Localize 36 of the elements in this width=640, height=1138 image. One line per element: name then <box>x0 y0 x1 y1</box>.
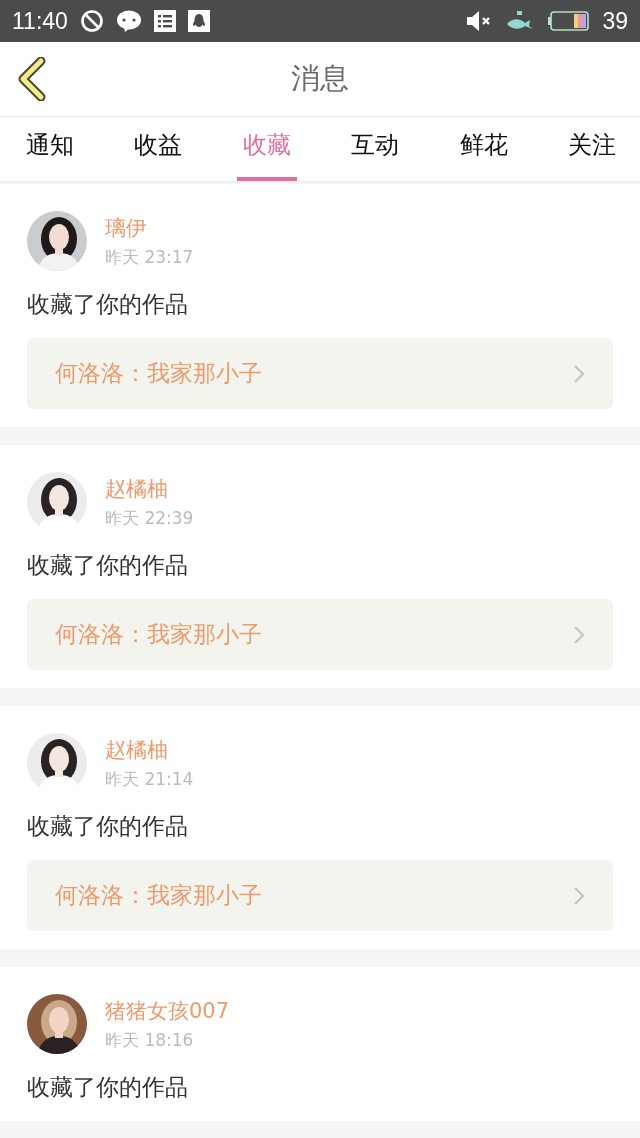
user-name[interactable]: 赵橘柚 <box>105 735 194 764</box>
muted-speaker-icon <box>466 10 493 32</box>
tab[interactable]: 关注 <box>561 117 622 181</box>
message-text: 收藏了你的作品 <box>27 812 189 841</box>
chevron-icon <box>573 885 585 906</box>
chevron-icon <box>573 624 585 645</box>
message-time: 昨天 23:17 <box>105 245 194 269</box>
message-time: 昨天 18:16 <box>105 1028 195 1052</box>
work-title: 何洛洛：我家那小子 <box>55 359 262 388</box>
tab[interactable]: 互动 <box>345 117 406 181</box>
battery-icon <box>548 10 591 32</box>
tab[interactable]: 鲜花 <box>453 117 514 181</box>
page-title: 消息 <box>291 60 349 97</box>
chevron-icon <box>573 363 585 384</box>
chat-icon <box>115 9 142 33</box>
status-time: 11:40 <box>12 7 68 35</box>
message-text: 收藏了你的作品 <box>27 551 189 580</box>
message-time: 昨天 21:14 <box>105 767 194 791</box>
tab[interactable]: 通知 <box>20 117 80 181</box>
message-text: 收藏了你的作品 <box>27 290 189 319</box>
penguin-icon <box>187 10 210 32</box>
work-link[interactable]: 何洛洛：我家那小子 <box>27 599 613 670</box>
work-title: 何洛洛：我家那小子 <box>55 620 262 649</box>
battery-percent: 39 <box>602 7 628 35</box>
user-name[interactable]: 璃伊 <box>105 213 194 242</box>
message-text: 收藏了你的作品 <box>27 1073 189 1102</box>
blocked-icon <box>79 9 104 33</box>
tab[interactable]: 收益 <box>128 117 189 181</box>
work-link[interactable]: 何洛洛：我家那小子 <box>27 860 613 931</box>
user-name[interactable]: 猪猪女孩007 <box>105 996 230 1025</box>
work-link[interactable]: 何洛洛：我家那小子 <box>27 338 613 409</box>
list-icon <box>153 10 176 32</box>
back-icon[interactable] <box>17 57 47 101</box>
user-name[interactable]: 赵橘柚 <box>105 474 194 503</box>
message-time: 昨天 22:39 <box>105 506 194 530</box>
work-title: 何洛洛：我家那小子 <box>55 881 262 910</box>
